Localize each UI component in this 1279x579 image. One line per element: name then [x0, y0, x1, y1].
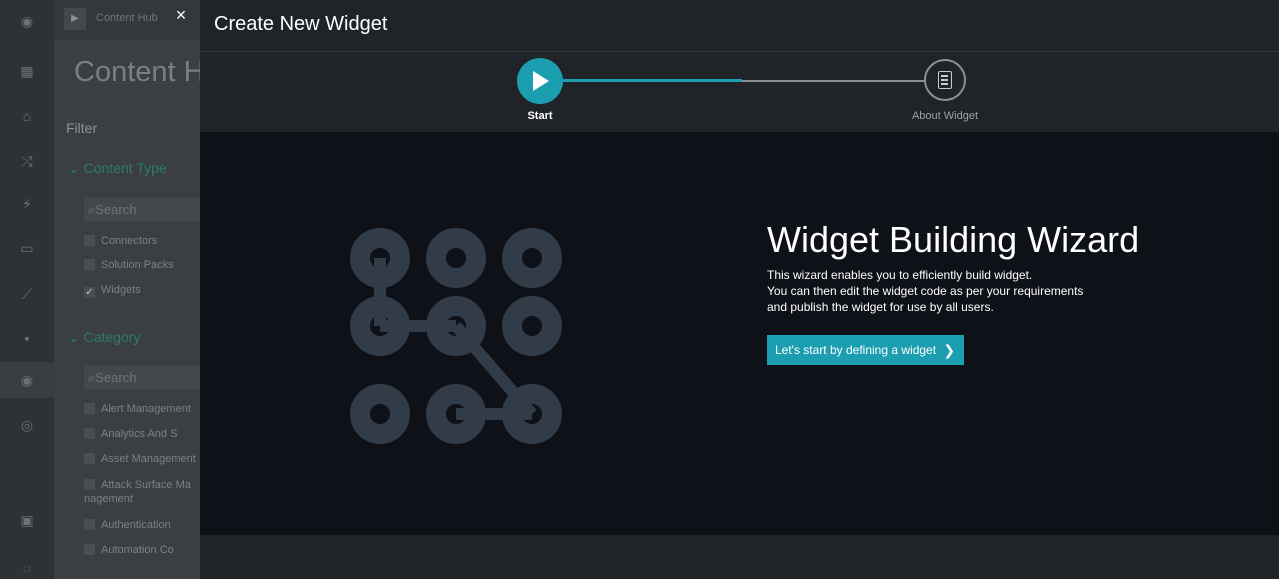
wizard-description-line: You can then edit the widget code as per… — [767, 284, 1084, 298]
checkbox-box[interactable] — [84, 544, 95, 555]
checkbox-box[interactable] — [84, 403, 95, 414]
step-label-about-widget: About Widget — [911, 110, 979, 122]
start-wizard-button[interactable]: Let's start by defining a widget ❯ — [767, 335, 965, 365]
clipboard-icon[interactable]: ▣ — [19, 512, 35, 528]
dashboard-icon[interactable]: ▦ — [19, 63, 35, 79]
step-label-start: Start — [527, 110, 553, 122]
wizard-stepper: Start About Widget — [200, 52, 1279, 132]
checkbox-category[interactable]: Automation Co — [84, 543, 174, 557]
wizard-description-line: This wizard enables you to efficiently b… — [767, 268, 1033, 282]
play-icon — [533, 71, 549, 91]
checkbox-box[interactable] — [84, 479, 95, 490]
start-wizard-button-label: Let's start by defining a widget — [775, 343, 937, 357]
checkmark-icon[interactable]: ✓ — [84, 287, 95, 298]
close-modal-button[interactable]: × — [166, 2, 196, 32]
modal-footer — [200, 535, 1279, 579]
create-widget-modal: Create New Widget Start About Widget Wid… — [200, 0, 1279, 579]
wizard-description: This wizard enables you to efficiently b… — [767, 267, 1187, 315]
content-hub-filter-panel: ▶ Content Hub Content Hub Filter ⌄ Conte… — [54, 0, 237, 579]
checkbox-box[interactable] — [84, 428, 95, 439]
document-icon — [938, 71, 952, 89]
chevron-down-icon: ⌄ — [68, 160, 84, 176]
expand-icon[interactable]: ▶ — [64, 8, 86, 30]
checkbox-category[interactable]: Analytics And S — [84, 427, 177, 441]
briefcase-icon[interactable]: ▭ — [19, 240, 35, 256]
step-about-widget[interactable] — [924, 59, 966, 101]
help-icon[interactable]: ◎ — [19, 417, 35, 433]
checkbox-box[interactable] — [84, 519, 95, 530]
checkbox-box[interactable] — [84, 259, 95, 270]
chevron-down-icon: ⌄ — [68, 329, 84, 345]
step-start[interactable] — [517, 58, 563, 104]
stepper-progress-line — [543, 79, 742, 82]
checkbox-category[interactable]: Alert Management — [84, 402, 191, 416]
modal-header: Create New Widget — [200, 0, 1279, 52]
category-header[interactable]: ⌄ Category — [68, 329, 140, 346]
content-type-search[interactable]: ⌕Search — [84, 198, 200, 222]
analytics-icon[interactable]: ⟋ — [19, 286, 35, 302]
modal-title: Create New Widget — [214, 13, 388, 35]
automation-icon[interactable]: ⚡ — [19, 196, 35, 212]
wizard-body: Widget Building Wizard This wizard enabl… — [200, 132, 1279, 535]
wizard-description-line: and publish the widget for use by all us… — [767, 300, 994, 314]
checkbox-category[interactable]: Authentication — [84, 518, 171, 532]
checkbox-box[interactable] — [84, 235, 95, 246]
content-type-header[interactable]: ⌄ Content Type — [68, 160, 167, 177]
checkbox-category[interactable]: Attack Surface Management — [84, 478, 194, 506]
checkbox-widgets[interactable]: ✓ Widgets — [84, 283, 141, 298]
breadcrumb[interactable]: Content Hub — [96, 12, 158, 24]
stepper-remaining-line — [742, 80, 926, 82]
pattern-lock-icon — [350, 228, 562, 444]
checkbox-box[interactable] — [84, 453, 95, 464]
checkbox-connectors[interactable]: Connectors — [84, 234, 157, 248]
checkbox-category[interactable]: Asset Management — [84, 452, 196, 466]
shuffle-icon[interactable]: ⤮ — [19, 153, 35, 169]
checkbox-solution-packs[interactable]: Solution Packs — [84, 258, 174, 272]
category-search[interactable]: ⌕Search — [84, 366, 200, 390]
left-nav-rail: ◉ ▦ ⌂ ⤮ ⚡ ▭ ⟋ ▪ ◉ ◎ ▣ ◌ — [0, 0, 55, 579]
logo-icon[interactable]: ◉ — [19, 13, 35, 29]
wizard-title: Widget Building Wizard — [767, 219, 1140, 260]
chevron-right-icon: ❯ — [943, 342, 956, 358]
settings-icon[interactable]: ◌ — [19, 560, 35, 576]
filter-label: Filter — [66, 120, 98, 136]
content-hub-icon[interactable]: ◉ — [19, 372, 35, 388]
apps-icon[interactable]: ▪ — [19, 330, 35, 346]
incidents-icon[interactable]: ⌂ — [19, 108, 35, 124]
